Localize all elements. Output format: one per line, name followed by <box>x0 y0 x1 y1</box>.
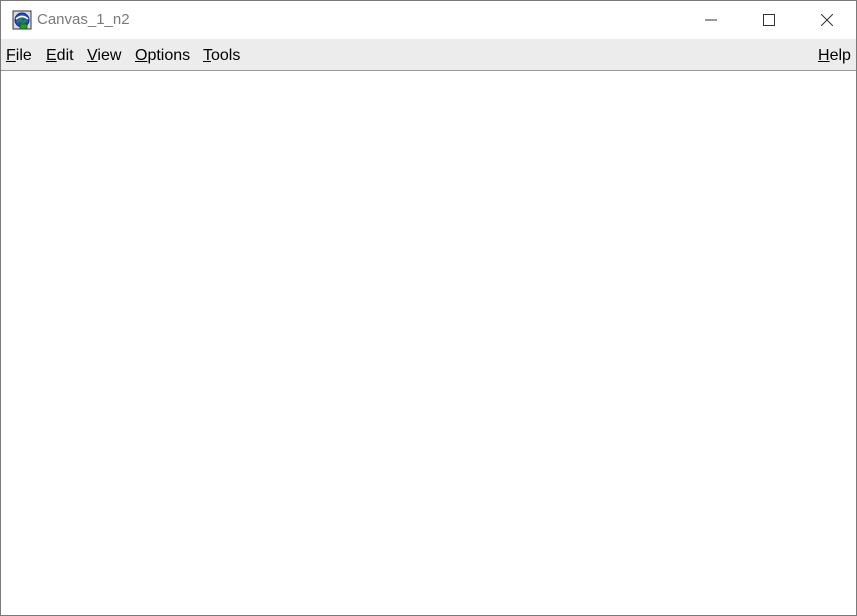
menu-tools-mnemonic: T <box>203 47 211 64</box>
menu-file-label: ile <box>15 47 32 64</box>
menu-options[interactable]: Options <box>135 47 190 65</box>
menu-help[interactable]: Help <box>818 47 851 65</box>
menu-options-label: ptions <box>147 47 191 64</box>
menu-view-label: iew <box>97 47 122 64</box>
menu-file-mnemonic: F <box>6 47 16 64</box>
maximize-button[interactable] <box>740 1 798 39</box>
window-title: Canvas_1_n2 <box>37 11 130 28</box>
menu-tools-label: ools <box>211 47 241 64</box>
menu-tools[interactable]: Tools <box>203 47 240 65</box>
close-icon <box>821 14 833 26</box>
menu-bar: File Edit View Options Tools Help <box>1 39 856 71</box>
menu-edit-label: dit <box>56 47 74 64</box>
menu-file[interactable]: File <box>6 47 32 65</box>
menu-edit-mnemonic: E <box>46 47 57 64</box>
application-window: Canvas_1_n2 File Edit View Options Tools… <box>0 0 857 616</box>
minimize-button[interactable] <box>682 1 740 39</box>
maximize-icon <box>763 14 775 26</box>
close-button[interactable] <box>798 1 856 39</box>
menu-edit[interactable]: Edit <box>46 47 74 65</box>
menu-help-label: elp <box>829 47 851 64</box>
drawing-canvas[interactable] <box>1 71 856 615</box>
minimize-icon <box>705 19 717 21</box>
title-bar[interactable]: Canvas_1_n2 <box>1 1 856 39</box>
menu-view[interactable]: View <box>87 47 121 65</box>
menu-options-mnemonic: O <box>135 47 148 64</box>
menu-view-mnemonic: V <box>87 47 98 64</box>
canvas-app-icon[interactable] <box>12 10 32 30</box>
menu-help-mnemonic: H <box>818 47 830 64</box>
